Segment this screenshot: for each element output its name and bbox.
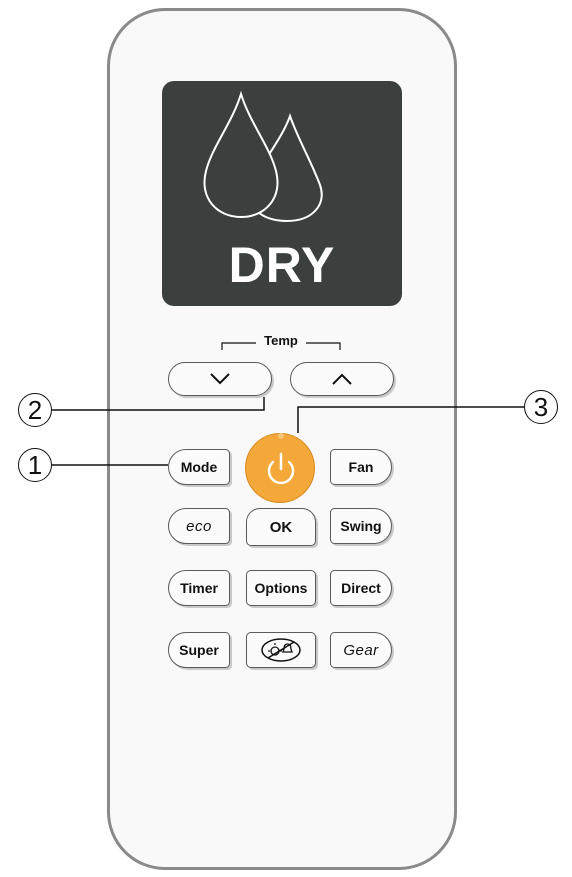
gear-button[interactable]: Gear [330, 632, 392, 668]
display-screen: DRY [162, 81, 402, 306]
direct-button[interactable]: Direct [330, 570, 392, 606]
options-button[interactable]: Options [246, 570, 316, 606]
power-icon [267, 452, 295, 485]
gear-label: Gear [343, 641, 379, 659]
callout-3: 3 [524, 390, 558, 424]
super-button[interactable]: Super [168, 632, 230, 668]
temp-label: Temp [264, 333, 298, 348]
ok-button[interactable]: OK [246, 508, 316, 546]
mode-display-text: DRY [228, 237, 336, 293]
light-and-sound-icon [261, 638, 301, 662]
callout-1: 1 [18, 448, 52, 482]
timer-button[interactable]: Timer [168, 570, 230, 606]
chevron-down-icon [210, 373, 230, 385]
mode-button[interactable]: Mode [168, 449, 230, 485]
temp-down-button[interactable] [168, 362, 272, 396]
eco-button[interactable]: eco [168, 508, 230, 544]
chevron-up-icon [332, 373, 352, 385]
temp-up-button[interactable] [290, 362, 394, 396]
indicator-led [278, 433, 284, 439]
eco-label: eco [186, 517, 212, 535]
fan-button[interactable]: Fan [330, 449, 392, 485]
callout-2: 2 [18, 393, 52, 427]
power-button[interactable] [245, 433, 315, 503]
light-sound-button[interactable] [246, 632, 316, 668]
swing-button[interactable]: Swing [330, 508, 392, 544]
